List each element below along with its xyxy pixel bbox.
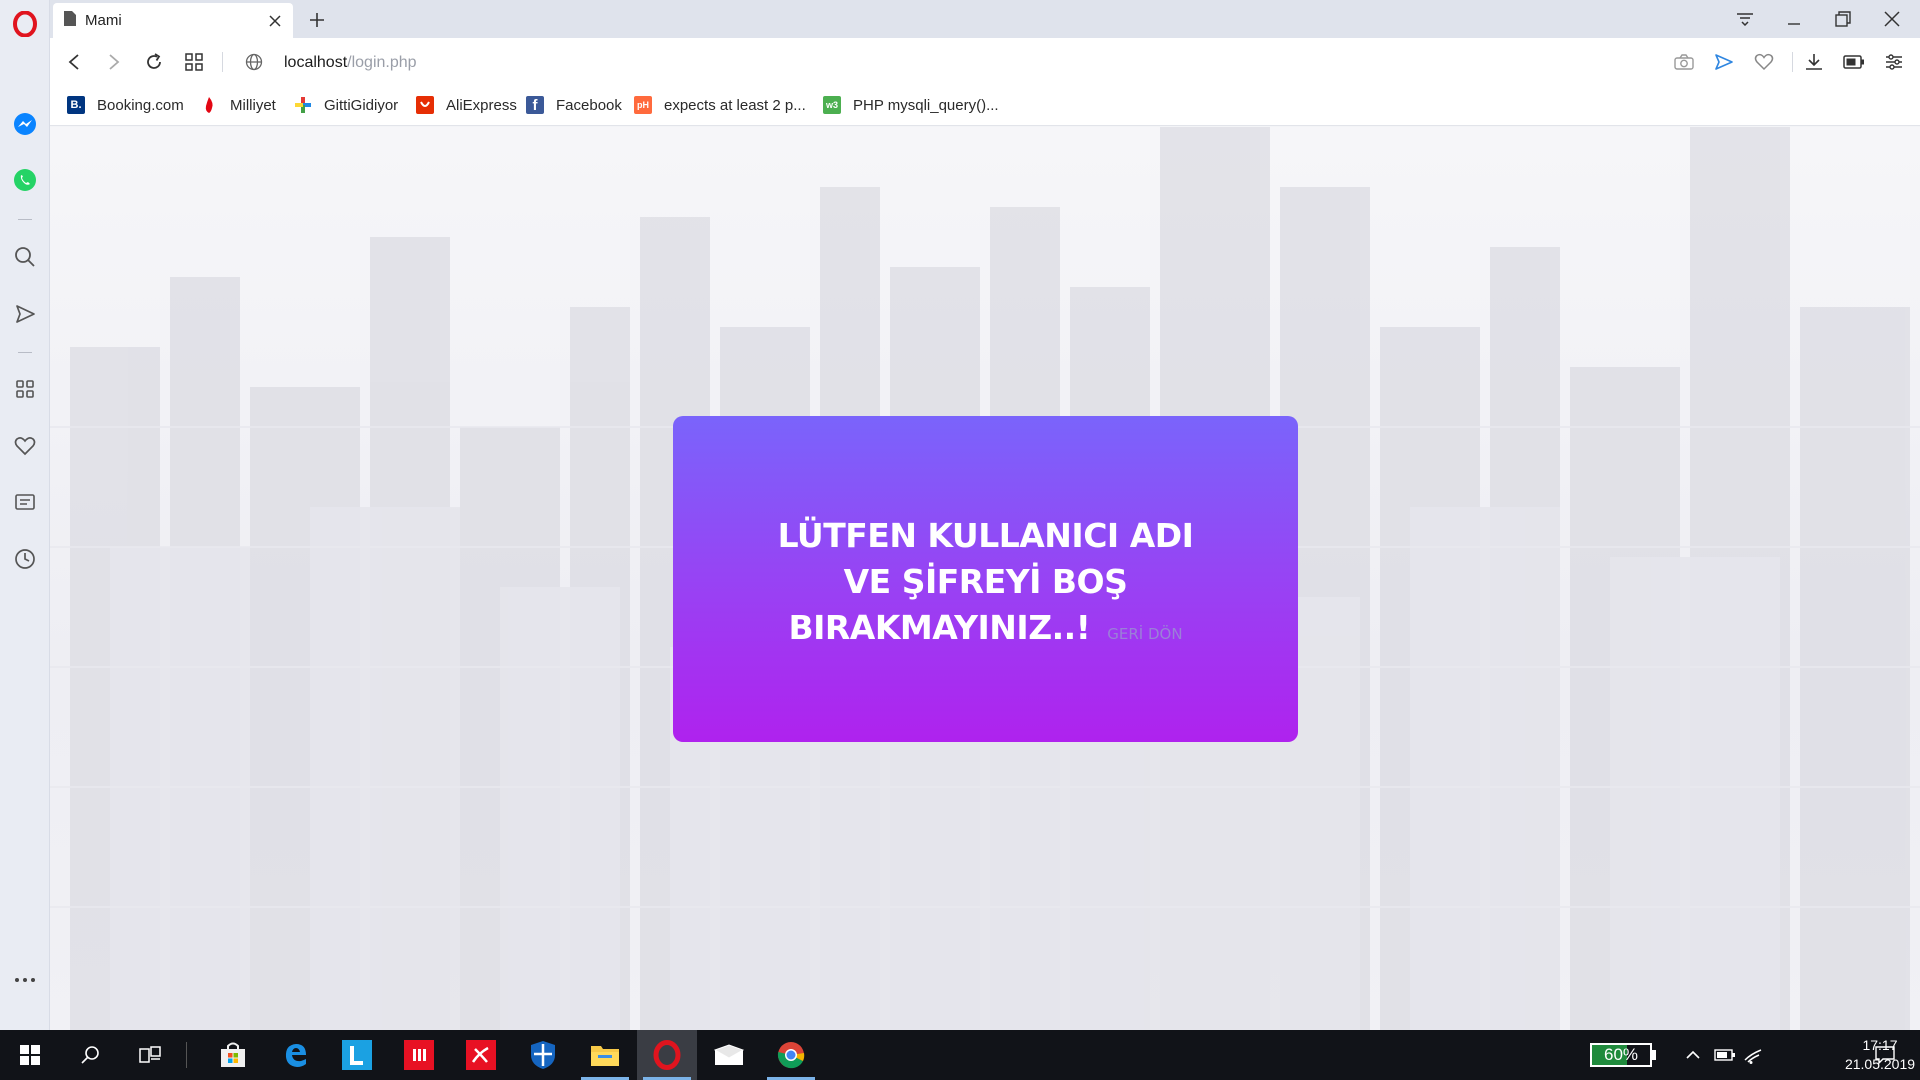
opera-menu-icon[interactable]: [11, 10, 39, 38]
gittigidiyor-icon: [294, 96, 312, 114]
milliyet-icon: [200, 96, 218, 114]
bookmark-w3schools[interactable]: w3 PHP mysqli_query()...: [823, 94, 999, 116]
tab-title: Mami: [85, 12, 122, 29]
new-tab-icon[interactable]: [305, 8, 329, 32]
bookmark-facebook[interactable]: f Facebook: [526, 94, 622, 116]
toolbar-separator: [1792, 52, 1793, 72]
bookmark-label: AliExpress: [446, 96, 517, 114]
acrobat-icon[interactable]: [451, 1030, 511, 1080]
sidebar-separator: [18, 352, 32, 353]
bookmark-label: Booking.com: [97, 96, 184, 114]
close-window-icon[interactable]: [1872, 4, 1912, 34]
chrome-icon[interactable]: [761, 1030, 821, 1080]
bookmark-label: PHP mysqli_query()...: [853, 96, 999, 114]
site-info-globe-icon[interactable]: [242, 50, 266, 74]
whatsapp-icon[interactable]: [11, 166, 39, 194]
bookmark-label: Milliyet: [230, 96, 276, 114]
opera-taskbar-icon[interactable]: [637, 1030, 697, 1080]
close-tab-icon[interactable]: [267, 13, 283, 29]
windows-taskbar: 60% 17:17 21.05.2019: [0, 1030, 1920, 1080]
reload-icon[interactable]: [142, 50, 166, 74]
tab-menu-icon[interactable]: [1725, 4, 1765, 34]
bookmarks-heart-icon[interactable]: [11, 432, 39, 460]
bookmark-php-net[interactable]: pH expects at least 2 p...: [634, 94, 806, 116]
w3schools-icon: w3: [823, 96, 841, 114]
speed-dial-icon[interactable]: [11, 375, 39, 403]
store-icon[interactable]: [203, 1030, 263, 1080]
error-card: LÜTFEN KULLANICI ADI VE ŞİFREYİ BOŞ BIRA…: [673, 416, 1298, 742]
task-view-icon[interactable]: [120, 1030, 180, 1080]
back-link[interactable]: GERİ DÖN: [1107, 625, 1182, 643]
windows-start-icon[interactable]: [0, 1030, 60, 1080]
address-field[interactable]: localhost/login.php: [284, 52, 417, 74]
bookmark-heart-icon[interactable]: [1752, 50, 1776, 74]
bookmark-label: GittiGidiyor: [324, 96, 399, 114]
sidebar-separator: [18, 219, 32, 220]
bookmark-aliexpress[interactable]: AliExpress: [416, 94, 517, 116]
battery-tip: [1652, 1050, 1656, 1060]
history-icon[interactable]: [11, 545, 39, 573]
search-icon[interactable]: [60, 1030, 120, 1080]
news-icon[interactable]: [11, 488, 39, 516]
url-host: localhost: [284, 54, 348, 71]
launcher-l-icon[interactable]: [327, 1030, 387, 1080]
page-icon: [63, 10, 77, 32]
messenger-icon[interactable]: [11, 110, 39, 138]
facebook-icon: f: [526, 96, 544, 114]
php-net-icon: pH: [634, 96, 652, 114]
more-icon[interactable]: [11, 966, 39, 994]
bookmark-label: Facebook: [556, 96, 622, 114]
security-shield-icon[interactable]: [513, 1030, 573, 1080]
battery-percentage[interactable]: 60%: [1590, 1043, 1652, 1067]
aliexpress-icon: [416, 96, 434, 114]
minimize-icon[interactable]: [1774, 4, 1814, 34]
opera-sidebar: [0, 0, 50, 1030]
back-icon[interactable]: [62, 50, 86, 74]
bookmark-gittigidiyor[interactable]: GittiGidiyor: [294, 94, 398, 116]
taskbar-separator: [186, 1042, 187, 1068]
bookmarks-bar: B. Booking.com Milliyet GittiGidiyor Ali…: [50, 86, 1920, 126]
snapshot-camera-icon[interactable]: [1672, 50, 1696, 74]
action-center-notification-icon[interactable]: [1855, 1030, 1915, 1080]
restore-icon[interactable]: [1823, 4, 1863, 34]
speed-dial-icon[interactable]: [182, 50, 206, 74]
battery-saver-icon[interactable]: [1842, 50, 1866, 74]
bookmark-milliyet[interactable]: Milliyet: [200, 94, 276, 116]
error-message: LÜTFEN KULLANICI ADI VE ŞİFREYİ BOŞ BIRA…: [751, 513, 1221, 657]
url-path: /login.php: [347, 54, 417, 71]
send-to-flow-icon[interactable]: [1712, 50, 1736, 74]
bookmark-booking[interactable]: B. Booking.com: [67, 94, 184, 116]
file-explorer-icon[interactable]: [575, 1030, 635, 1080]
tab-strip: Mami: [50, 0, 1920, 38]
address-toolbar: localhost/login.php: [50, 38, 1920, 86]
easy-setup-icon[interactable]: [1882, 50, 1906, 74]
flow-icon[interactable]: [11, 300, 39, 328]
forward-icon[interactable]: [102, 50, 126, 74]
red-app-icon[interactable]: [389, 1030, 449, 1080]
search-icon[interactable]: [11, 243, 39, 271]
mail-icon[interactable]: [699, 1030, 759, 1080]
edge-icon[interactable]: [265, 1030, 325, 1080]
tab-active[interactable]: Mami: [53, 3, 293, 38]
wifi-icon[interactable]: [1728, 1030, 1778, 1080]
page-viewport: LÜTFEN KULLANICI ADI VE ŞİFREYİ BOŞ BIRA…: [50, 127, 1920, 1030]
download-icon[interactable]: [1802, 50, 1826, 74]
bookmark-label: expects at least 2 p...: [664, 96, 806, 114]
booking-icon: B.: [67, 96, 85, 114]
toolbar-separator: [222, 52, 223, 72]
